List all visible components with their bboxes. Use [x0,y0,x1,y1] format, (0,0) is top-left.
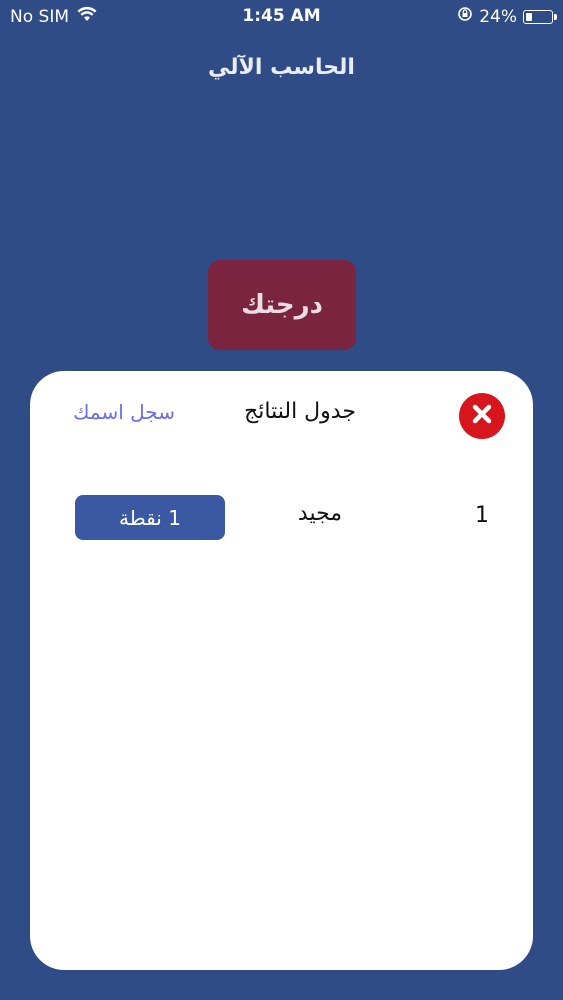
leaderboard-row: 1 مجيد 1 نقطة [30,495,533,541]
battery-fill [526,12,532,21]
row-rank: 1 [475,503,489,528]
orientation-lock-icon [457,6,473,27]
register-name-link[interactable]: سجل اسمك [54,400,194,424]
close-button[interactable] [459,393,505,439]
battery-icon [523,9,557,24]
page-title: الحاسب الآلي [208,55,355,80]
close-icon [471,403,493,429]
status-right: 24% [457,6,557,27]
leaderboard-title: جدول النتائج [244,399,356,424]
row-points-badge: 1 نقطة [75,495,225,540]
status-bar: No SIM 1:45 AM 24% [0,0,563,34]
score-button[interactable]: درجتك [208,260,356,350]
battery-percent: 24% [479,6,517,27]
row-player-name: مجيد [297,501,343,526]
leaderboard-modal: جدول النتائج سجل اسمك 1 مجيد 1 نقطة [30,371,533,970]
